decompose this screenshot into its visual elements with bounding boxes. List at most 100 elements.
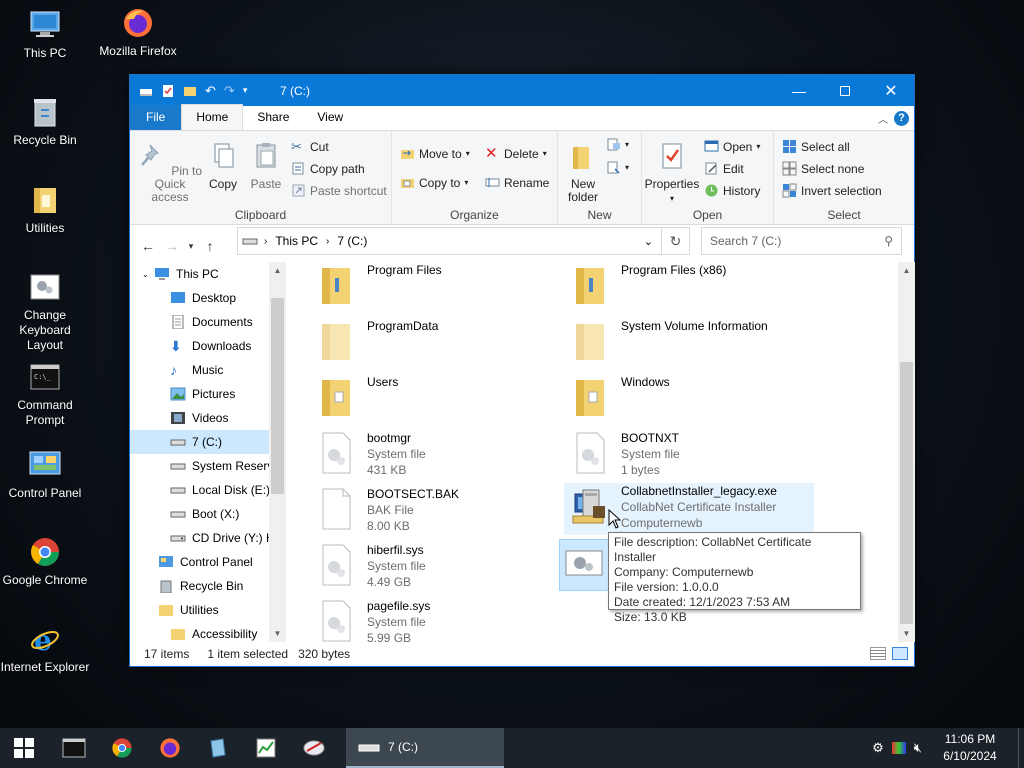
close-button[interactable]: ✕ [868, 75, 914, 106]
paste-button[interactable]: Paste [246, 141, 286, 191]
taskbar-chrome[interactable] [98, 728, 146, 768]
file-item[interactable]: BOOTNXT System file 1 bytes [564, 430, 814, 482]
redo-icon[interactable]: ↷ [224, 83, 235, 99]
easy-access-button[interactable]: ▾ [606, 160, 629, 175]
taskbar-firefox[interactable] [146, 728, 194, 768]
navigation-pane-scrollbar[interactable]: ▲ ▼ [269, 262, 286, 642]
breadcrumb-current[interactable]: 7 (C:) [337, 234, 367, 248]
edit-button[interactable]: Edit [704, 161, 744, 176]
breadcrumb-this-pc[interactable]: This PC [275, 234, 318, 248]
help-icon[interactable]: ? [894, 111, 909, 126]
search-input[interactable]: Search 7 (C:) ⚲ [701, 227, 902, 255]
taskbar-command-prompt[interactable] [50, 728, 98, 768]
pin-quick-access-button[interactable]: Pin to Quick access [136, 141, 204, 204]
tiles-view-icon[interactable] [892, 647, 908, 660]
taskbar-snipping-tool[interactable] [290, 728, 338, 768]
nav-item-accessibility[interactable]: Accessibility [130, 622, 270, 642]
folder-item[interactable]: Users [310, 374, 560, 426]
nav-item-desktop[interactable]: Desktop [130, 286, 270, 310]
recent-locations-button[interactable]: ▾ [184, 241, 198, 252]
folder-item[interactable]: Program Files (x86) [564, 262, 814, 314]
nav-item-pictures[interactable]: Pictures [130, 382, 270, 406]
nav-item-this-pc[interactable]: ⌄ This PC [130, 262, 270, 286]
scrollbar-thumb[interactable] [900, 362, 913, 624]
desktop-icon-google-chrome[interactable]: Google Chrome [0, 535, 90, 588]
nav-item-recycle-bin[interactable]: Recycle Bin [130, 574, 270, 598]
undo-icon[interactable]: ↶ [205, 83, 216, 99]
refresh-button[interactable]: ↻ [662, 227, 690, 255]
properties-button[interactable]: Properties ▾ [644, 141, 700, 205]
copy-button[interactable]: Copy [206, 141, 240, 191]
select-all-button[interactable]: Select all [782, 139, 850, 154]
display-icon[interactable] [891, 742, 906, 754]
move-to-button[interactable]: Move to ▾ [400, 146, 470, 161]
copy-to-button[interactable]: Copy to ▾ [400, 175, 468, 190]
tab-share[interactable]: Share [243, 105, 303, 130]
desktop-icon-utilities[interactable]: Utilities [0, 183, 90, 236]
minimize-button[interactable]: — [776, 75, 822, 106]
desktop-icon-recycle-bin[interactable]: Recycle Bin [0, 95, 90, 148]
scroll-down-icon[interactable]: ▼ [269, 629, 286, 638]
tab-view[interactable]: View [303, 105, 357, 130]
nav-item-system-reserved[interactable]: System Reserve [130, 454, 270, 478]
nav-item-utilities[interactable]: Utilities [130, 598, 270, 622]
paste-shortcut-button[interactable]: Paste shortcut [291, 183, 387, 198]
nav-item-videos[interactable]: Videos [130, 406, 270, 430]
tab-file[interactable]: File [130, 105, 182, 130]
scroll-up-icon[interactable]: ▲ [898, 266, 915, 275]
delete-button[interactable]: ✕ Delete ▾ [485, 146, 547, 161]
desktop-icon-this-pc[interactable]: This PC [0, 8, 90, 61]
chevron-down-icon[interactable]: ▾ [243, 85, 248, 96]
cut-button[interactable]: ✂ Cut [291, 139, 329, 154]
scroll-down-icon[interactable]: ▼ [898, 629, 915, 638]
nav-item-boot-x[interactable]: Boot (X:) [130, 502, 270, 526]
navigation-pane[interactable]: ⌄ This PC Desktop Documents ⬇ Downloads … [130, 262, 285, 642]
taskbar-file-explorer-window[interactable]: 7 (C:) [346, 728, 504, 768]
scrollbar-thumb[interactable] [271, 298, 284, 494]
clock[interactable]: 11:06 PM 6/10/2024 [930, 731, 1010, 765]
history-button[interactable]: History [704, 183, 760, 198]
details-view-icon[interactable] [870, 647, 886, 660]
file-item-hovered[interactable]: CollabnetInstaller_legacy.exe CollabNet C… [564, 483, 814, 535]
show-desktop-button[interactable] [1018, 728, 1024, 768]
network-icon[interactable]: ⚙ [872, 740, 884, 756]
open-button[interactable]: Open ▾ [704, 139, 760, 154]
desktop-icon-internet-explorer[interactable]: e Internet Explorer [0, 622, 90, 675]
up-button[interactable]: ↑ [198, 238, 222, 254]
taskbar-notepad[interactable] [194, 728, 242, 768]
new-folder-icon[interactable] [183, 84, 197, 98]
nav-item-cd-drive[interactable]: CD Drive (Y:) H [130, 526, 270, 550]
copy-path-button[interactable]: Copy path [291, 161, 365, 176]
folder-item[interactable]: Program Files [310, 262, 560, 314]
new-folder-button[interactable]: New folder [563, 141, 603, 204]
file-item[interactable]: BOOTSECT.BAK BAK File 8.00 KB [310, 486, 560, 538]
new-item-button[interactable]: ▾ [606, 137, 629, 152]
file-item[interactable]: hiberfil.sys System file 4.49 GB [310, 542, 560, 594]
rename-button[interactable]: Rename [485, 175, 549, 190]
desktop-icon-control-panel[interactable]: Control Panel [0, 448, 90, 501]
nav-item-downloads[interactable]: ⬇ Downloads [130, 334, 270, 358]
taskbar-task-manager[interactable] [242, 728, 290, 768]
start-button[interactable] [0, 728, 48, 768]
folder-item[interactable]: ProgramData [310, 318, 560, 370]
desktop-icon-firefox[interactable]: Mozilla Firefox [93, 6, 183, 59]
desktop-icon-change-keyboard-layout[interactable]: Change Keyboard Layout [0, 270, 90, 353]
folder-item[interactable]: System Volume Information [564, 318, 814, 370]
tab-home[interactable]: Home [181, 104, 244, 130]
file-list-scrollbar[interactable]: ▲ ▼ [898, 262, 915, 642]
back-button[interactable]: ← [136, 238, 160, 254]
address-dropdown-icon[interactable]: ⌄ [644, 235, 653, 248]
address-bar[interactable]: › This PC › 7 (C:) ⌄ [237, 227, 662, 255]
file-item[interactable]: bootmgr System file 431 KB [310, 430, 560, 482]
nav-item-local-disk-e[interactable]: Local Disk (E:) [130, 478, 270, 502]
forward-button[interactable]: → [160, 238, 184, 254]
scroll-up-icon[interactable]: ▲ [269, 266, 286, 275]
desktop-icon-command-prompt[interactable]: C:\_ Command Prompt [0, 360, 90, 428]
properties-icon[interactable] [161, 84, 175, 98]
invert-selection-button[interactable]: Invert selection [782, 183, 882, 198]
nav-item-control-panel[interactable]: Control Panel [130, 550, 270, 574]
ribbon-collapse-icon[interactable]: ︿ [878, 111, 888, 126]
select-none-button[interactable]: Select none [782, 161, 864, 176]
nav-item-documents[interactable]: Documents [130, 310, 270, 334]
file-item[interactable]: pagefile.sys System file 5.99 GB [310, 598, 560, 642]
